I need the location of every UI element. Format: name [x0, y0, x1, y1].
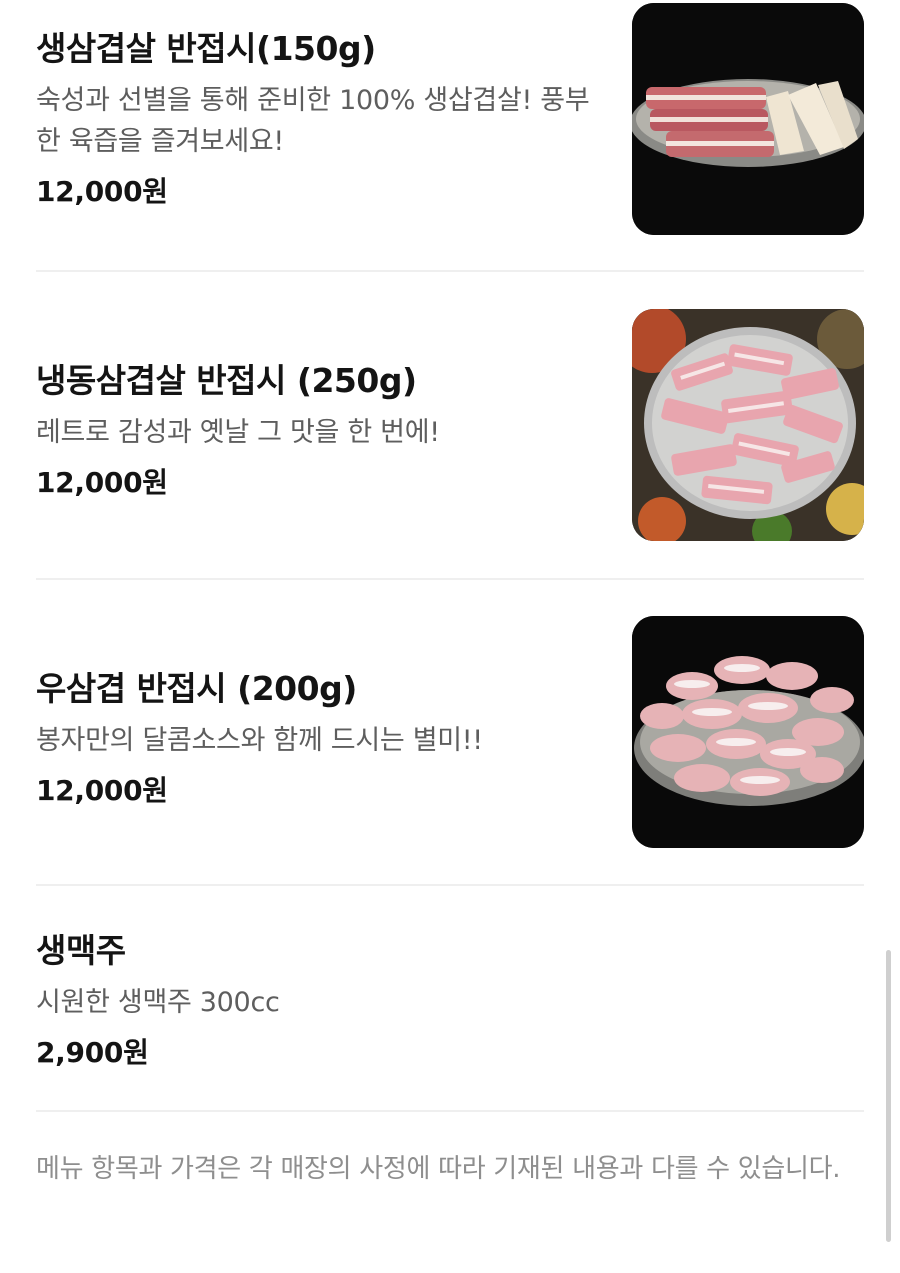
- menu-item-image[interactable]: [632, 3, 864, 235]
- menu-item-name: 생삼겹살 반접시(150g): [36, 29, 376, 68]
- menu-item-price: 2,900원: [36, 1036, 149, 1069]
- menu-item-name: 생맥주: [36, 931, 126, 970]
- pork-belly-photo: [632, 3, 864, 235]
- menu-item-image[interactable]: [632, 616, 864, 848]
- menu-item[interactable]: 우삼겹 반접시 (200g) 봉자만의 달콤소스와 함께 드시는 별미!! 12…: [36, 580, 864, 884]
- menu-item-description: 시원한 생맥주 300cc: [36, 987, 280, 1018]
- menu-item-text: 생삼겹살 반접시(150g) 숙성과 선별을 통해 준비한 100% 생삽겹살!…: [36, 22, 596, 210]
- menu-item-text: 생맥주 시원한 생맥주 300cc 2,900원: [36, 924, 596, 1071]
- frozen-pork-belly-photo: [632, 309, 864, 541]
- scrollbar[interactable]: [886, 950, 891, 1242]
- menu-item-price: 12,000원: [36, 774, 168, 807]
- menu-item-text: 우삼겹 반접시 (200g) 봉자만의 달콤소스와 함께 드시는 별미!! 12…: [36, 662, 596, 809]
- menu-item-description: 숙성과 선별을 통해 준비한 100% 생삽겹살! 풍부한 육즙을 즐겨보세요!: [36, 85, 590, 157]
- menu-item-name: 우삼겹 반접시 (200g): [36, 669, 357, 708]
- menu-item-price: 12,000원: [36, 466, 168, 499]
- menu-item-price: 12,000원: [36, 175, 168, 208]
- menu-item[interactable]: 생맥주 시원한 생맥주 300cc 2,900원: [36, 886, 864, 1110]
- menu-item-description: 봉자만의 달콤소스와 함께 드시는 별미!!: [36, 725, 483, 756]
- menu-item-description: 레트로 감성과 옛날 그 맛을 한 번에!: [36, 417, 440, 448]
- divider: [36, 1110, 864, 1112]
- menu-item-name: 냉동삼겹살 반접시 (250g): [36, 361, 417, 400]
- menu-item-text: 냉동삼겹살 반접시 (250g) 레트로 감성과 옛날 그 맛을 한 번에! 1…: [36, 354, 596, 501]
- menu-item[interactable]: 생삼겹살 반접시(150g) 숙성과 선별을 통해 준비한 100% 생삽겹살!…: [36, 0, 864, 270]
- menu-item[interactable]: 냉동삼겹살 반접시 (250g) 레트로 감성과 옛날 그 맛을 한 번에! 1…: [36, 272, 864, 578]
- beef-brisket-photo: [632, 616, 864, 848]
- menu-item-image[interactable]: [632, 309, 864, 541]
- menu-notice: 메뉴 항목과 가격은 각 매장의 사정에 따라 기재된 내용과 다를 수 있습니…: [36, 1154, 841, 1184]
